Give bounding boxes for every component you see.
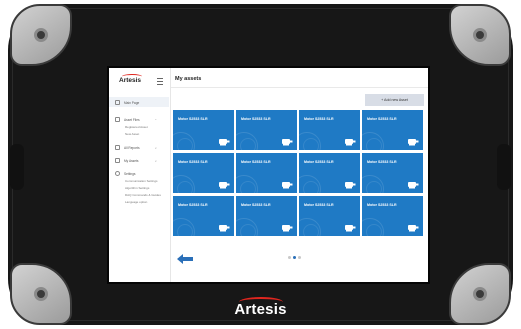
asset-card[interactable]: Motor S2533 SLR — [362, 153, 423, 193]
sidebar-item-label: Settings — [124, 171, 136, 176]
asset-name: Motor S2533 SLR — [241, 203, 271, 207]
motor-icon — [282, 225, 293, 232]
asset-name: Motor S2533 SLR — [367, 203, 397, 207]
motor-icon — [219, 182, 230, 189]
motor-icon — [408, 182, 419, 189]
sidebar-item-all-reports[interactable]: All Reports — [115, 145, 140, 150]
sidebar-subitem-language-option[interactable]: Language option — [125, 200, 147, 204]
asset-card[interactable]: Motor S2533 SLR — [299, 196, 360, 236]
chevron-down-icon[interactable]: v — [155, 146, 157, 150]
pagination-dots — [288, 256, 301, 259]
page-title: My assets — [175, 76, 202, 82]
sidebar-subitem-registered-asset[interactable]: Registered Asset — [125, 125, 148, 129]
screw-icon — [473, 287, 487, 301]
asset-name: Motor S2533 SLR — [178, 203, 208, 207]
screen: Artesis Main Page Asset Files ^ Register… — [107, 66, 430, 284]
asset-name: Motor S2533 SLR — [304, 203, 334, 207]
asset-name: Motor S2533 SLR — [178, 160, 208, 164]
motor-icon — [345, 225, 356, 232]
divider — [171, 87, 428, 88]
motor-icon — [219, 225, 230, 232]
sidebar-subitem-new-asset[interactable]: New Asset — [125, 132, 139, 136]
sidebar-subitem-communication-settings[interactable]: Communication Settings — [125, 179, 158, 183]
hamburger-icon[interactable] — [157, 78, 163, 85]
sidebar-item-settings[interactable]: Settings — [115, 171, 136, 176]
asset-card[interactable]: Motor S2533 SLR — [173, 196, 234, 236]
motor-icon — [408, 139, 419, 146]
folder-icon — [115, 117, 120, 122]
asset-card[interactable]: Motor S2533 SLR — [299, 153, 360, 193]
sidebar-item-main-page-row[interactable]: Main Page — [115, 100, 139, 105]
asset-card[interactable]: Motor S2533 SLR — [236, 196, 297, 236]
motor-icon — [345, 182, 356, 189]
asset-name: Motor S2533 SLR — [241, 117, 271, 121]
sidebar-item-label: Asset Files — [124, 117, 140, 122]
report-icon — [115, 145, 120, 150]
asset-name: Motor S2533 SLR — [367, 117, 397, 121]
asset-name: Motor S2533 SLR — [304, 117, 334, 121]
gear-icon — [115, 171, 120, 176]
screw-icon — [34, 28, 48, 42]
side-port-right — [497, 144, 511, 190]
arrow-left-icon[interactable] — [177, 254, 193, 264]
page-dot-active[interactable] — [293, 256, 296, 259]
page-dot[interactable] — [288, 256, 291, 259]
screw-icon — [473, 28, 487, 42]
chevron-up-icon[interactable]: ^ — [155, 118, 156, 122]
asset-name: Motor S2533 SLR — [304, 160, 334, 164]
asset-grid: Motor S2533 SLR Motor S2533 SLR Motor S2… — [173, 110, 424, 237]
motor-icon — [282, 182, 293, 189]
app-logo: Artesis — [119, 74, 142, 84]
motor-icon — [345, 139, 356, 146]
asset-name: Motor S2533 SLR — [241, 160, 271, 164]
asset-card[interactable]: Motor S2533 SLR — [362, 110, 423, 150]
motor-icon — [408, 225, 419, 232]
bumper-top-right — [449, 4, 511, 66]
page-dot[interactable] — [298, 256, 301, 259]
device-logo: Artesis — [8, 297, 513, 318]
sidebar-subitem-algorithm-settings[interactable]: Algorithm Settings — [125, 186, 149, 190]
sidebar-item-my-assets[interactable]: My Assets — [115, 158, 139, 163]
asset-card[interactable]: Motor S2533 SLR — [236, 110, 297, 150]
sidebar-item-label: All Reports — [124, 145, 140, 150]
side-port-left — [10, 144, 24, 190]
main-content: My assets + Add new Asset Motor S2533 SL… — [171, 68, 428, 282]
chart-icon — [115, 158, 120, 163]
sidebar: Artesis Main Page Asset Files ^ Register… — [109, 68, 171, 282]
sidebar-item-asset-files[interactable]: Asset Files — [115, 117, 140, 122]
screw-icon — [34, 287, 48, 301]
add-asset-button[interactable]: + Add new Asset — [365, 94, 424, 106]
chevron-down-icon[interactable]: v — [155, 159, 157, 163]
asset-card[interactable]: Motor S2533 SLR — [362, 196, 423, 236]
asset-card[interactable]: Motor S2533 SLR — [173, 110, 234, 150]
home-icon — [115, 100, 120, 105]
asset-card[interactable]: Motor S2533 SLR — [299, 110, 360, 150]
asset-card[interactable]: Motor S2533 SLR — [173, 153, 234, 193]
sidebar-item-label: Main Page — [124, 100, 140, 105]
motor-icon — [219, 139, 230, 146]
sidebar-item-label: My Assets — [124, 158, 139, 163]
bumper-top-left — [10, 4, 72, 66]
asset-card[interactable]: Motor S2533 SLR — [236, 153, 297, 193]
asset-name: Motor S2533 SLR — [367, 160, 397, 164]
sidebar-subitem-daq-commands[interactable]: DAQ Commands & Guides — [125, 193, 161, 197]
asset-name: Motor S2533 SLR — [178, 117, 208, 121]
motor-icon — [282, 139, 293, 146]
